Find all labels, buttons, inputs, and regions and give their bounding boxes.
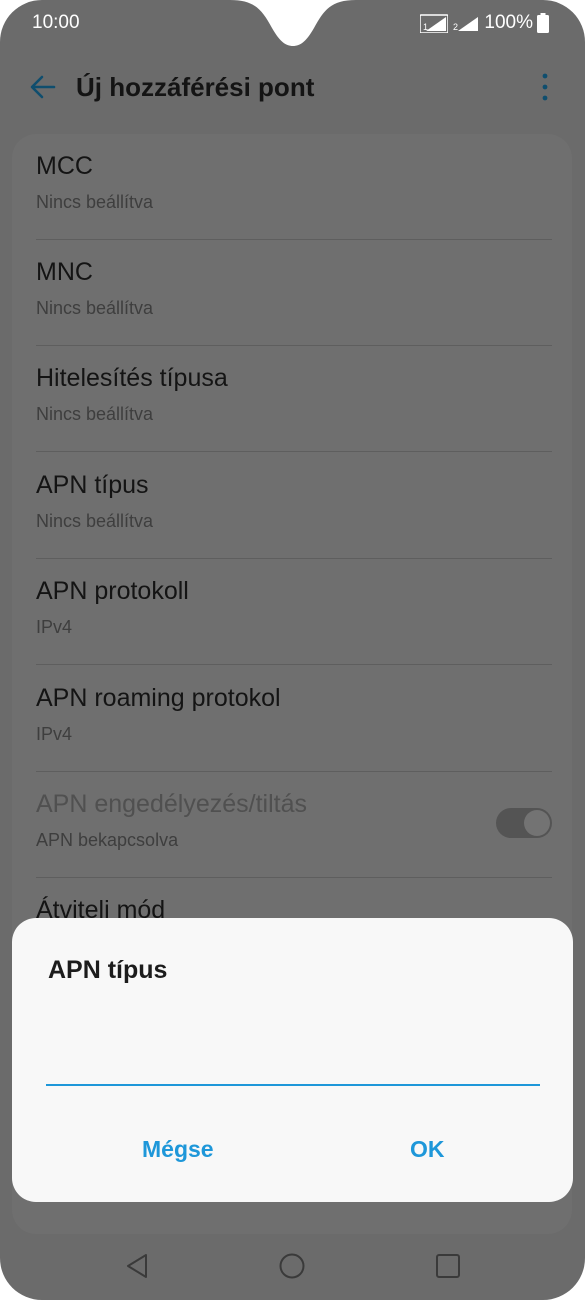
- sim1-signal-icon: 1: [420, 14, 449, 33]
- setting-row-apn-enable[interactable]: APN engedélyezés/tiltás APN bekapcsolva: [36, 772, 552, 878]
- battery-icon: [537, 13, 549, 33]
- setting-row-apn-protocol[interactable]: APN protokoll IPv4: [36, 559, 552, 665]
- setting-value: APN bekapcsolva: [36, 830, 179, 850]
- apn-enable-toggle[interactable]: [496, 808, 552, 838]
- arrow-left-icon[interactable]: [28, 72, 58, 102]
- ok-button[interactable]: OK: [410, 1136, 445, 1163]
- navigation-bar: [0, 1230, 585, 1300]
- more-vert-icon[interactable]: [535, 72, 555, 102]
- toggle-knob: [524, 810, 550, 836]
- apn-type-dialog: APN típus Mégse OK: [12, 918, 573, 1202]
- setting-value: IPv4: [36, 724, 73, 744]
- phone-screen: 10:00 1 2 100% Új hozzáférési pont MCC N…: [0, 0, 585, 1300]
- divider: [36, 664, 552, 665]
- setting-title: APN roaming protokol: [36, 684, 281, 712]
- status-time: 10:00: [32, 12, 80, 33]
- setting-value: Nincs beállítva: [36, 511, 154, 531]
- setting-title: Hitelesítés típusa: [36, 364, 228, 392]
- setting-title: APN engedélyezés/tiltás: [36, 790, 307, 818]
- battery-percent: 100%: [484, 12, 533, 33]
- setting-row-mnc[interactable]: MNC Nincs beállítva: [36, 240, 552, 346]
- setting-title: APN protokoll: [36, 577, 189, 605]
- dialog-title: APN típus: [48, 956, 168, 984]
- app-bar: Új hozzáférési pont: [0, 60, 585, 114]
- status-bar: 10:00 1 2 100%: [0, 0, 585, 46]
- square-recents-icon[interactable]: [432, 1250, 464, 1282]
- setting-value: Nincs beállítva: [36, 404, 154, 424]
- status-icons: 1 2 100%: [420, 12, 549, 34]
- sim2-signal-icon: 2: [453, 17, 479, 32]
- svg-text:1: 1: [423, 22, 428, 32]
- apn-type-input[interactable]: [46, 1028, 540, 1086]
- cancel-button[interactable]: Mégse: [142, 1136, 214, 1163]
- setting-row-apn-type[interactable]: APN típus Nincs beállítva: [36, 453, 552, 559]
- divider: [36, 451, 552, 452]
- page-title: Új hozzáférési pont: [76, 72, 315, 102]
- setting-row-auth-type[interactable]: Hitelesítés típusa Nincs beállítva: [36, 346, 552, 452]
- setting-value: IPv4: [36, 617, 73, 637]
- setting-row-apn-roaming-protocol[interactable]: APN roaming protokol IPv4: [36, 666, 552, 772]
- setting-value: Nincs beállítva: [36, 192, 154, 212]
- setting-title: APN típus: [36, 471, 149, 499]
- triangle-back-icon[interactable]: [122, 1250, 154, 1282]
- setting-row-mcc[interactable]: MCC Nincs beállítva: [36, 134, 552, 240]
- setting-title: MNC: [36, 258, 93, 286]
- setting-title: MCC: [36, 152, 93, 180]
- setting-value: Nincs beállítva: [36, 298, 154, 318]
- svg-text:2: 2: [453, 22, 458, 32]
- circle-home-icon[interactable]: [276, 1250, 308, 1282]
